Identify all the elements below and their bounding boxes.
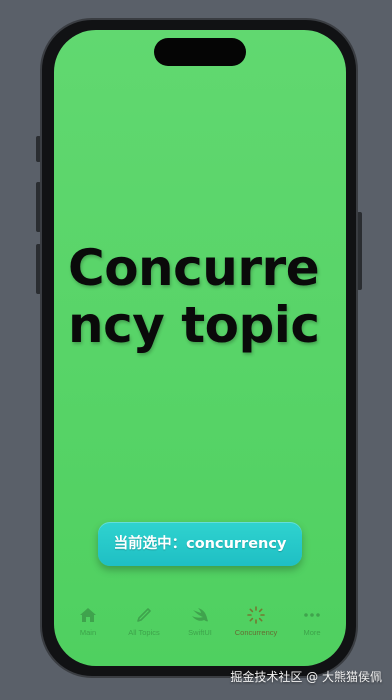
tab-swiftui[interactable]: SwiftUI	[172, 604, 228, 638]
current-selection-button[interactable]: 当前选中：concurrency	[98, 522, 302, 566]
simulator-stage: Concurrency topic 当前选中：concurrency Main …	[0, 0, 392, 700]
swift-bird-icon	[189, 604, 211, 626]
tab-label: SwiftUI	[188, 628, 212, 637]
tab-concurrency[interactable]: Concurrency	[228, 604, 284, 638]
tab-main[interactable]: Main	[60, 604, 116, 638]
tab-label: More	[303, 628, 321, 637]
house-icon	[77, 604, 99, 626]
ellipsis-icon	[301, 604, 323, 626]
tab-bar: Main All Topics SwiftUI Concurrency More	[54, 604, 346, 666]
tab-label: Main	[79, 628, 97, 637]
progress-spinner-icon	[245, 604, 267, 626]
tab-label: All Topics	[128, 628, 160, 637]
watermark: 掘金技术社区 @ 大熊猫侯佩	[230, 670, 382, 684]
tab-label: Concurrency	[234, 628, 278, 637]
dynamic-island	[154, 38, 246, 66]
pencil-icon	[133, 604, 155, 626]
tab-all-topics[interactable]: All Topics	[116, 604, 172, 638]
tab-more[interactable]: More	[284, 604, 340, 638]
page-title: Concurrency topic	[68, 239, 320, 354]
phone-screen: Concurrency topic 当前选中：concurrency Main …	[54, 30, 346, 666]
